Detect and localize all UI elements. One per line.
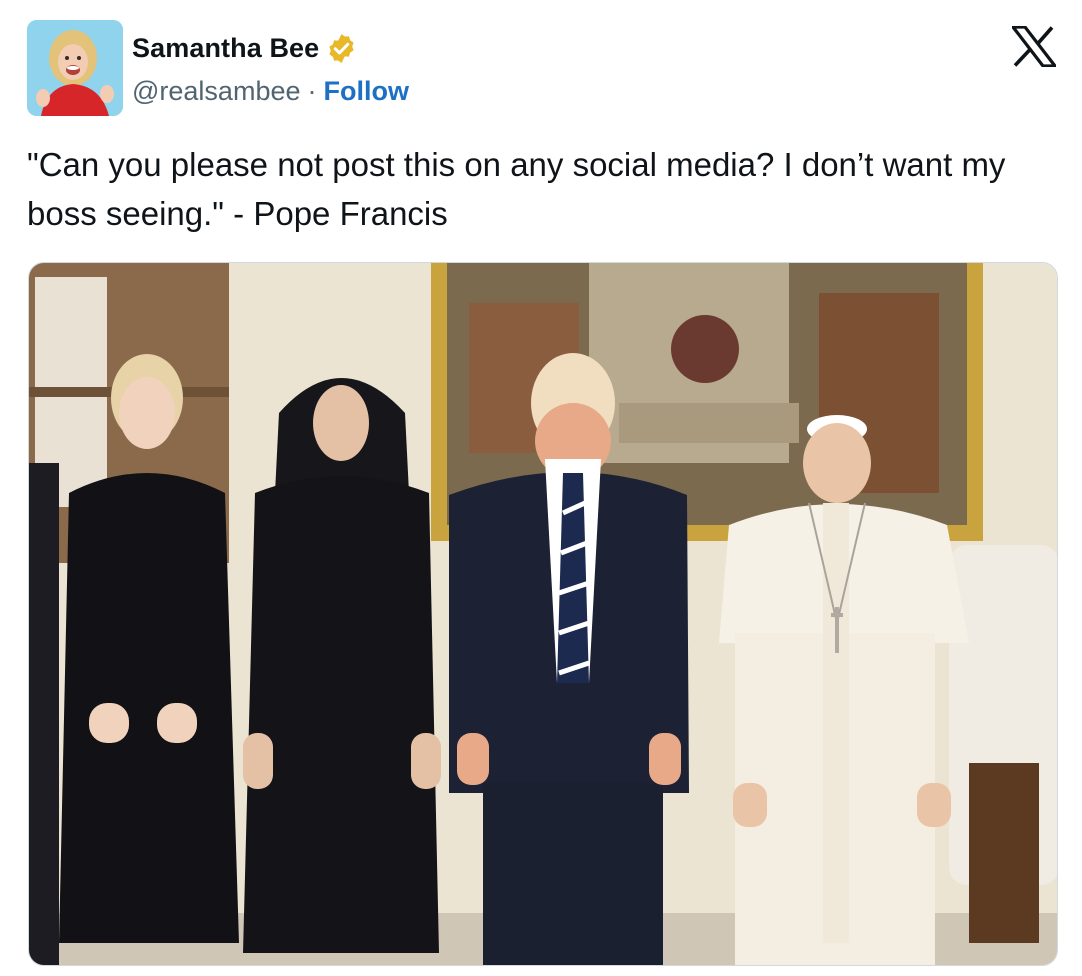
- follow-button[interactable]: Follow: [324, 76, 409, 107]
- tweet-text: "Can you please not post this on any soc…: [27, 146, 1015, 232]
- author-handle[interactable]: @realsambee: [132, 76, 301, 107]
- x-logo-icon[interactable]: [1009, 25, 1059, 68]
- photo-image: [29, 263, 1057, 965]
- separator-dot: ·: [307, 75, 317, 106]
- tweet-embed: Samantha Bee @realsambee · Follow "Can y…: [0, 0, 1082, 976]
- tweet-photo[interactable]: [28, 262, 1058, 966]
- author-handle-row: @realsambee · Follow: [132, 73, 409, 109]
- author-display-name[interactable]: Samantha Bee: [132, 33, 319, 64]
- avatar-image: [27, 20, 123, 116]
- author-avatar[interactable]: [27, 20, 123, 116]
- verified-badge-icon: [325, 32, 358, 65]
- author-name-row: Samantha Bee: [132, 29, 358, 67]
